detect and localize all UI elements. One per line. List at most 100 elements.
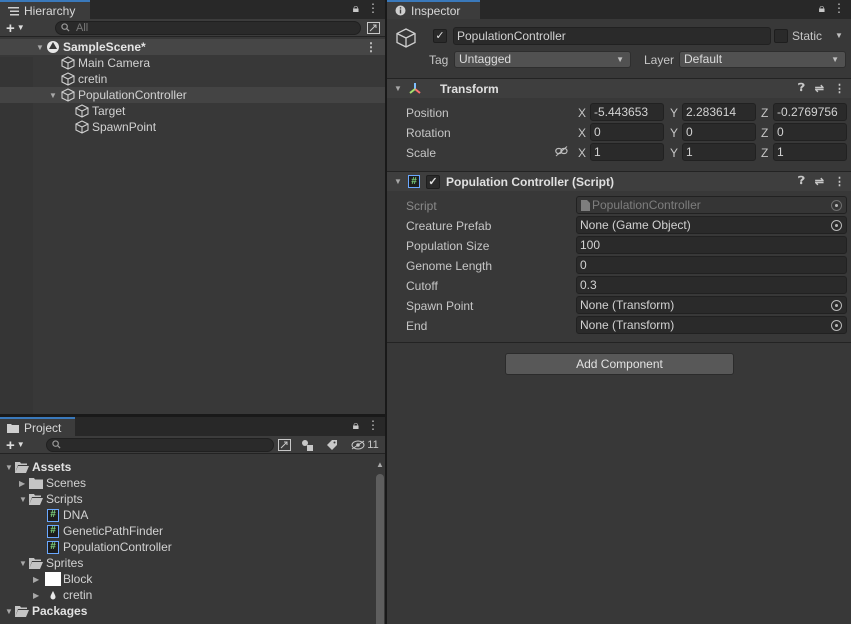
collapse-arrow-icon[interactable]: ▶: [19, 479, 29, 488]
rotation-x-field[interactable]: 0: [590, 123, 664, 141]
tree-script-populationcontroller[interactable]: # PopulationController: [0, 539, 373, 555]
collapse-arrow-icon[interactable]: ▶: [33, 591, 45, 600]
search-by-scene-icon[interactable]: [276, 437, 292, 453]
scene-row[interactable]: ▼ SampleScene* ⋮: [0, 39, 385, 55]
hierarchy-item-cretin[interactable]: cretin: [0, 71, 385, 87]
collapse-arrow-icon[interactable]: ▶: [33, 575, 45, 584]
hierarchy-item-main-camera[interactable]: Main Camera: [0, 55, 385, 71]
more-options-icon[interactable]: ⋮: [367, 1, 379, 16]
position-x-field[interactable]: -5.443653: [590, 103, 664, 121]
tree-sprite-block[interactable]: ▶ Block: [0, 571, 373, 587]
expand-arrow-icon[interactable]: ▼: [394, 84, 408, 93]
scale-z-label[interactable]: Z: [761, 146, 768, 160]
create-dropdown-button[interactable]: + ▼: [6, 437, 25, 453]
tab-inspector[interactable]: Inspector: [387, 0, 480, 19]
active-checkbox[interactable]: ✓: [433, 29, 447, 43]
rotation-z-field[interactable]: 0: [773, 123, 847, 141]
folder-open-icon: [15, 605, 29, 617]
create-dropdown-button[interactable]: + ▼: [6, 20, 25, 36]
help-icon[interactable]: ❓︎: [798, 82, 805, 95]
tab-hierarchy[interactable]: Hierarchy: [0, 0, 90, 19]
scale-y-field[interactable]: 1: [682, 143, 756, 161]
presets-icon[interactable]: ⇌: [815, 175, 824, 188]
scroll-up-arrow-icon[interactable]: ▲: [376, 460, 384, 469]
script-file-icon: [581, 200, 590, 211]
expand-arrow-icon[interactable]: ▼: [5, 607, 15, 616]
tree-packages[interactable]: ▼ Packages: [0, 603, 373, 619]
expand-arrow-icon[interactable]: ▼: [49, 91, 61, 100]
scene-options-icon[interactable]: ⋮: [365, 40, 377, 54]
lock-icon[interactable]: 🔒︎: [819, 1, 825, 16]
object-name-field[interactable]: PopulationController: [453, 27, 771, 45]
chevron-down-icon: ▼: [831, 55, 839, 64]
expand-arrow-icon[interactable]: ▼: [19, 559, 29, 568]
more-options-icon[interactable]: ⋮: [833, 1, 845, 16]
population-size-field[interactable]: 100: [576, 236, 847, 254]
rotation-z-label[interactable]: Z: [761, 126, 768, 140]
tree-script-dna[interactable]: # DNA: [0, 507, 373, 523]
creature-prefab-field[interactable]: None (Game Object): [576, 216, 847, 234]
rotation-y-field[interactable]: 0: [682, 123, 756, 141]
scale-x-label[interactable]: X: [578, 146, 586, 160]
link-constrain-icon[interactable]: [555, 146, 568, 157]
expand-arrow-icon[interactable]: ▼: [5, 463, 15, 472]
component-menu-icon[interactable]: ⋮: [834, 175, 845, 188]
rotation-x-label[interactable]: X: [578, 126, 586, 140]
hierarchy-item-populationcontroller[interactable]: ▼ PopulationController: [0, 87, 385, 103]
more-options-icon[interactable]: ⋮: [367, 418, 379, 433]
position-z-label[interactable]: Z: [761, 106, 768, 120]
script-component-header[interactable]: ▼ # ✓ Population Controller (Script) ❓︎ …: [387, 171, 851, 191]
transform-header[interactable]: ▼ Transform ❓︎ ⇌ ⋮: [387, 78, 851, 98]
object-picker-icon[interactable]: [831, 220, 842, 231]
tree-scripts[interactable]: ▼ Scripts: [0, 491, 373, 507]
tree-sprite-cretin[interactable]: ▶ cretin: [0, 587, 373, 603]
search-by-label-icon[interactable]: [324, 437, 340, 453]
tree-assets[interactable]: ▼ Assets: [0, 459, 373, 475]
tab-project[interactable]: Project: [0, 417, 75, 436]
project-scrollbar[interactable]: ▲: [375, 460, 384, 624]
scene-visibility-icon[interactable]: [365, 20, 381, 36]
hierarchy-search-input[interactable]: All: [55, 21, 361, 35]
spawn-point-field[interactable]: None (Transform): [576, 296, 847, 314]
project-search-input[interactable]: [46, 438, 274, 452]
scale-z-field[interactable]: 1: [773, 143, 847, 161]
lock-icon[interactable]: 🔒︎: [353, 1, 359, 16]
layer-dropdown-value: Default: [684, 52, 723, 66]
object-picker-icon[interactable]: [831, 320, 842, 331]
position-x-label[interactable]: X: [578, 106, 586, 120]
genome-length-field[interactable]: 0: [576, 256, 847, 274]
position-y-field[interactable]: 2.283614: [682, 103, 756, 121]
folder-open-icon: [15, 461, 29, 473]
tree-script-geneticpathfinder[interactable]: # GeneticPathFinder: [0, 523, 373, 539]
static-checkbox[interactable]: [774, 29, 788, 43]
position-z-field[interactable]: -0.2769756: [773, 103, 847, 121]
component-menu-icon[interactable]: ⋮: [834, 82, 845, 95]
tag-dropdown[interactable]: Untagged ▼: [454, 51, 631, 68]
end-field[interactable]: None (Transform): [576, 316, 847, 334]
scale-x-field[interactable]: 1: [590, 143, 664, 161]
scale-y-label[interactable]: Y: [670, 146, 678, 160]
expand-arrow-icon[interactable]: ▼: [394, 177, 408, 186]
rotation-y-label[interactable]: Y: [670, 126, 678, 140]
layer-dropdown[interactable]: Default ▼: [679, 51, 846, 68]
expand-arrow-icon[interactable]: ▼: [19, 495, 29, 504]
help-icon[interactable]: ❓︎: [798, 175, 805, 188]
chevron-down-icon: ▼: [616, 55, 624, 64]
sprite-thumbnail-icon: [45, 572, 61, 586]
tree-scenes[interactable]: ▶ Scenes: [0, 475, 373, 491]
script-enabled-checkbox[interactable]: ✓: [426, 174, 440, 189]
expand-arrow-icon[interactable]: ▼: [36, 43, 46, 52]
lock-icon[interactable]: 🔒︎: [353, 418, 359, 433]
cutoff-field[interactable]: 0.3: [576, 276, 847, 294]
add-component-button[interactable]: Add Component: [505, 353, 734, 375]
tree-sprites[interactable]: ▼ Sprites: [0, 555, 373, 571]
object-picker-icon[interactable]: [831, 300, 842, 311]
hierarchy-item-target[interactable]: Target: [0, 103, 385, 119]
scrollbar-thumb[interactable]: [376, 474, 384, 624]
position-y-label[interactable]: Y: [670, 106, 678, 120]
hidden-packages-toggle[interactable]: 11: [349, 437, 381, 453]
presets-icon[interactable]: ⇌: [815, 82, 824, 95]
static-dropdown-arrow[interactable]: ▼: [831, 28, 845, 45]
hierarchy-item-spawnpoint[interactable]: SpawnPoint: [0, 119, 385, 135]
search-by-type-icon[interactable]: [299, 437, 315, 453]
